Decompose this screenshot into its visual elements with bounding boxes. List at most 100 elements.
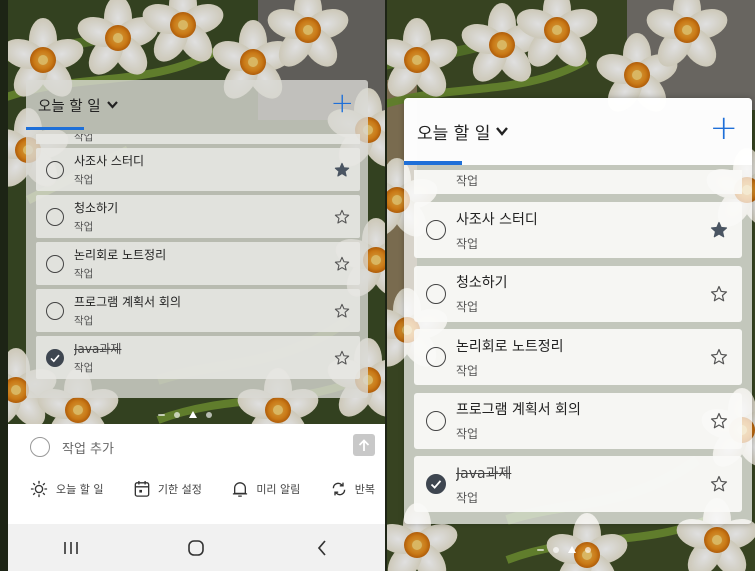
- chevron-down-icon: [496, 127, 509, 136]
- page-dot: [174, 411, 180, 418]
- back-button[interactable]: [292, 533, 352, 563]
- task-item[interactable]: 논리회로 노트정리작업: [414, 329, 742, 385]
- todo-widget: 오늘 할 일 + 작업 사조사 스터디 작업 청소하기 작업 논리회로 노트정리 작업 프로…: [26, 80, 368, 398]
- widget-title: 오늘 할 일: [417, 124, 491, 144]
- star-outline-icon[interactable]: [710, 348, 728, 366]
- list-selector[interactable]: 오늘 할 일: [38, 95, 118, 116]
- task-title: 사조사 스터디: [456, 211, 538, 228]
- task-item[interactable]: 청소하기 작업: [414, 265, 742, 322]
- task-list-name: 작업: [456, 363, 479, 378]
- task-title: 프로그램 계획서 회의: [74, 295, 181, 309]
- partial-task-sub: 작업: [456, 174, 479, 188]
- task-item[interactable]: 프로그램 계획서 회의 작업: [36, 289, 360, 332]
- task-list-name: 작업: [74, 268, 94, 280]
- option-sun[interactable]: 오늘 할 일: [30, 480, 103, 498]
- sun-icon: [30, 480, 48, 498]
- widget-tab-indicator: [26, 127, 84, 130]
- star-outline-icon[interactable]: [710, 285, 728, 303]
- star-filled-icon[interactable]: [710, 221, 728, 239]
- task-checkbox-checked[interactable]: [426, 474, 446, 494]
- task-text: Java과제작업: [456, 463, 710, 506]
- option-label: 기한 설정: [157, 483, 202, 496]
- task-checkbox[interactable]: [426, 220, 446, 240]
- task-checkbox[interactable]: [426, 283, 446, 304]
- calendar-icon: [134, 480, 150, 498]
- option-bell[interactable]: 미리 알림: [232, 480, 300, 498]
- task-checkbox[interactable]: [46, 301, 64, 320]
- home-icon: [188, 539, 205, 556]
- task-list-name: 작업: [456, 490, 479, 505]
- widget-tab-indicator: [404, 161, 462, 165]
- list-selector[interactable]: 오늘 할 일: [417, 119, 509, 144]
- task-checkbox[interactable]: [46, 254, 64, 273]
- task-checkbox-checked[interactable]: [46, 348, 64, 367]
- task-item[interactable]: 사조사 스터디작업: [414, 202, 742, 258]
- task-text: 청소하기 작업: [456, 272, 710, 315]
- star-outline-icon[interactable]: [334, 256, 350, 272]
- task-options-bar: 오늘 할 일 기한 설정 미리 알림 반복: [30, 480, 375, 498]
- task-text: 사조사 스터디작업: [456, 209, 710, 252]
- task-checkbox[interactable]: [46, 160, 64, 179]
- star-outline-icon[interactable]: [334, 209, 350, 225]
- task-item[interactable]: 논리회로 노트정리 작업: [36, 242, 360, 285]
- task-text: 논리회로 노트정리 작업: [74, 246, 334, 281]
- arrow-up-icon: [358, 438, 370, 451]
- page-dot: [158, 413, 165, 416]
- task-list-name: 작업: [74, 362, 94, 374]
- star-outline-icon[interactable]: [334, 303, 350, 319]
- star-outline-icon[interactable]: [334, 350, 350, 366]
- task-text: 프로그램 계획서 회의 작업: [74, 293, 334, 328]
- add-task-circle-icon: [30, 437, 50, 457]
- left-screen: 오늘 할 일 + 작업 사조사 스터디 작업 청소하기 작업 논리회로 노트정리 작업 프로…: [8, 0, 385, 571]
- recent-apps-button[interactable]: [41, 533, 101, 563]
- task-title: Java과제: [74, 342, 122, 356]
- task-list-name: 작업: [74, 174, 94, 186]
- option-label: 오늘 할 일: [56, 483, 104, 496]
- home-page-dot: [568, 546, 576, 553]
- task-checkbox[interactable]: [426, 347, 446, 367]
- todo-widget: 오늘 할 일 + 작업 사조사 스터디 작업 청소하기 작업 논리회로 노트정리 작업 프로…: [404, 98, 752, 524]
- add-task-button[interactable]: +: [710, 108, 739, 148]
- star-outline-icon[interactable]: [710, 475, 728, 493]
- task-item[interactable]: Java과제작업: [414, 456, 742, 512]
- option-label: 반복: [354, 483, 375, 496]
- task-title: Java과제: [456, 465, 512, 482]
- add-task-input[interactable]: 작업 추가: [62, 438, 114, 457]
- recent-apps-icon: [64, 541, 78, 554]
- add-task-button[interactable]: +: [331, 86, 354, 119]
- system-nav-bar: [8, 524, 385, 571]
- task-title: 청소하기: [74, 201, 119, 215]
- page-indicator: [537, 546, 591, 553]
- task-text: 프로그램 계획서 회의 작업: [456, 399, 710, 442]
- chevron-down-icon: [106, 101, 118, 109]
- task-item[interactable]: 사조사 스터디작업: [36, 148, 360, 191]
- back-icon: [318, 539, 326, 556]
- option-repeat[interactable]: 반복: [331, 481, 375, 497]
- widget-header: 오늘 할 일 +: [26, 80, 368, 130]
- task-title: 사조사 스터디: [74, 154, 145, 168]
- option-calendar[interactable]: 기한 설정: [134, 480, 202, 498]
- task-title: 논리회로 노트정리: [456, 338, 564, 355]
- task-text: Java과제작업: [74, 340, 334, 375]
- task-checkbox[interactable]: [46, 207, 64, 226]
- star-outline-icon[interactable]: [710, 412, 728, 430]
- submit-task-button[interactable]: [353, 434, 375, 456]
- task-list-name: 작업: [74, 221, 94, 233]
- partial-task-sub: 작업: [74, 134, 94, 143]
- home-button[interactable]: [166, 533, 226, 563]
- widget-header: 오늘 할 일 +: [404, 98, 752, 165]
- page-dot: [537, 548, 544, 551]
- task-title: 청소하기: [456, 275, 508, 291]
- widget-title: 오늘 할 일: [38, 98, 101, 115]
- task-item[interactable]: Java과제작업: [36, 336, 360, 379]
- home-page-dot: [189, 411, 197, 418]
- star-filled-icon[interactable]: [334, 162, 350, 178]
- task-list-name: 작업: [456, 236, 479, 251]
- option-label: 미리 알림: [256, 483, 301, 496]
- task-item[interactable]: 프로그램 계획서 회의 작업: [414, 392, 742, 449]
- bell-icon: [232, 480, 248, 498]
- checkmark-icon: [430, 480, 442, 489]
- task-item[interactable]: 청소하기작업: [36, 195, 360, 238]
- page-dot: [553, 546, 559, 553]
- task-checkbox[interactable]: [426, 410, 446, 431]
